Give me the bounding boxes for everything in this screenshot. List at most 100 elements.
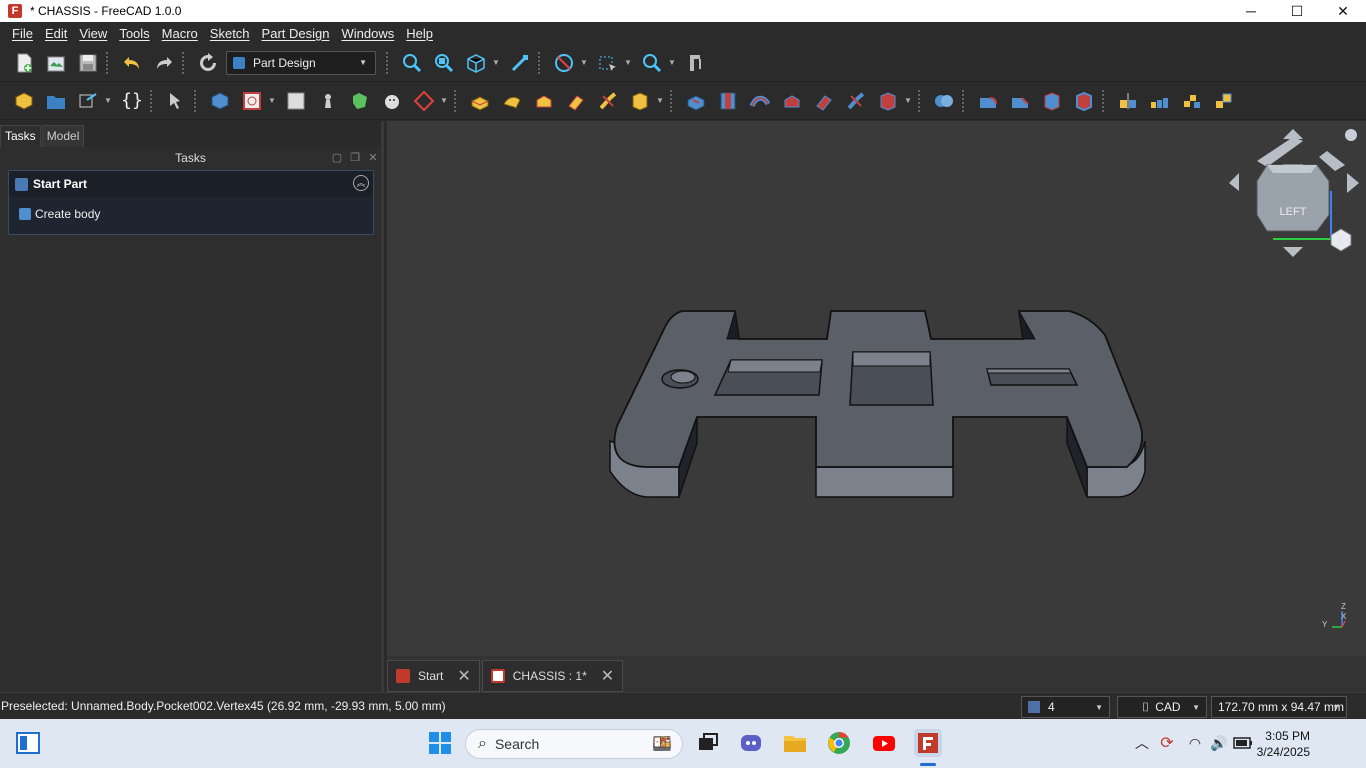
validate-sketch-icon[interactable]: [284, 89, 308, 113]
toolbar-grip[interactable]: [386, 51, 390, 74]
select-filter-icon[interactable]: [164, 89, 188, 113]
pocket-icon[interactable]: [684, 89, 708, 113]
task-view-icon[interactable]: [694, 729, 722, 757]
3d-viewport[interactable]: LEFT Z X Y: [387, 121, 1366, 656]
measure-icon[interactable]: [508, 51, 532, 75]
navigation-style-selector[interactable]: ⌷ CAD ▼: [1117, 696, 1207, 718]
chevron-down-icon[interactable]: ▼: [440, 89, 448, 113]
chevron-down-icon[interactable]: ▼: [580, 51, 588, 75]
float-icon[interactable]: ❐: [348, 151, 362, 165]
new-file-icon[interactable]: [12, 51, 36, 75]
menu-help[interactable]: Help: [400, 26, 439, 41]
workbench-selector[interactable]: Part Design ▼: [226, 50, 376, 75]
toolbar-grip[interactable]: [454, 89, 458, 112]
menu-tools[interactable]: Tools: [113, 26, 155, 41]
create-body-action[interactable]: Create body: [9, 197, 373, 221]
dimension-selector[interactable]: 172.70 mm x 94.47 mm ▼: [1211, 696, 1347, 718]
menu-part-design[interactable]: Part Design: [256, 26, 336, 41]
subtractive-helix-icon[interactable]: [844, 89, 868, 113]
thickness-icon[interactable]: [1072, 89, 1096, 113]
additive-helix-icon[interactable]: [596, 89, 620, 113]
chevron-down-icon[interactable]: ▼: [492, 51, 500, 75]
save-icon[interactable]: [76, 51, 100, 75]
refresh-icon[interactable]: [196, 51, 220, 75]
fit-all-icon[interactable]: [400, 51, 424, 75]
viewport-canvas[interactable]: LEFT Z X Y: [387, 121, 1366, 656]
redo-icon[interactable]: [152, 51, 176, 75]
open-file-icon[interactable]: [44, 51, 68, 75]
pad-icon[interactable]: [468, 89, 492, 113]
revolution-icon[interactable]: [500, 89, 524, 113]
menu-edit[interactable]: Edit: [39, 26, 73, 41]
measure-tool-icon[interactable]: [684, 51, 708, 75]
maximize-button[interactable]: ☐: [1274, 0, 1320, 22]
multi-transform-icon[interactable]: [1212, 89, 1236, 113]
additive-pipe-icon[interactable]: [564, 89, 588, 113]
draw-style-icon[interactable]: [552, 51, 576, 75]
zoom-icon[interactable]: [640, 51, 664, 75]
polar-pattern-icon[interactable]: [1180, 89, 1204, 113]
fillet-icon[interactable]: [976, 89, 1000, 113]
boolean-icon[interactable]: [932, 89, 956, 113]
wifi-icon[interactable]: ◠: [1184, 729, 1206, 757]
menu-windows[interactable]: Windows: [335, 26, 400, 41]
subtractive-pipe-icon[interactable]: [812, 89, 836, 113]
file-explorer-icon[interactable]: [781, 729, 809, 757]
restore-icon[interactable]: ▢: [330, 151, 344, 165]
chevron-down-icon[interactable]: ▼: [624, 51, 632, 75]
toolbar-grip[interactable]: [182, 51, 186, 74]
menu-macro[interactable]: Macro: [156, 26, 204, 41]
chevron-down-icon[interactable]: ▼: [268, 89, 276, 113]
linear-pattern-icon[interactable]: [1148, 89, 1172, 113]
start-icon[interactable]: [426, 729, 454, 757]
minimize-button[interactable]: ─: [1228, 0, 1274, 22]
fit-selection-icon[interactable]: [432, 51, 456, 75]
youtube-icon[interactable]: [870, 729, 898, 757]
isometric-view-icon[interactable]: [464, 51, 488, 75]
chevron-up-icon[interactable]: ︿: [1132, 729, 1152, 757]
menu-file[interactable]: File: [6, 26, 39, 41]
menu-sketch[interactable]: Sketch: [204, 26, 256, 41]
hole-icon[interactable]: [716, 89, 740, 113]
draw-style-selector[interactable]: 4 ▼: [1021, 696, 1110, 718]
teams-icon[interactable]: [737, 729, 765, 757]
toolbar-grip[interactable]: [538, 51, 542, 74]
draft-icon[interactable]: [1040, 89, 1064, 113]
freecad-taskbar-icon[interactable]: [914, 729, 942, 757]
close-button[interactable]: ✕: [1320, 0, 1366, 22]
chevron-down-icon[interactable]: ▼: [104, 89, 112, 113]
create-group-icon[interactable]: [44, 89, 68, 113]
datum-plane-icon[interactable]: [412, 89, 436, 113]
tab-tasks[interactable]: Tasks: [0, 125, 41, 147]
undo-icon[interactable]: [120, 51, 144, 75]
tab-chassis[interactable]: CHASSIS : 1* ✕: [481, 660, 624, 692]
toolbar-grip[interactable]: [670, 89, 674, 112]
create-datum-plane-icon[interactable]: [316, 89, 340, 113]
create-body-icon[interactable]: [208, 89, 232, 113]
create-part-icon[interactable]: [12, 89, 36, 113]
menu-view[interactable]: View: [73, 26, 113, 41]
additive-primitive-icon[interactable]: [628, 89, 652, 113]
clone-icon[interactable]: [380, 89, 404, 113]
toolbar-grip[interactable]: [150, 89, 154, 112]
system-clock[interactable]: 3:05 PM 3/24/2025: [1257, 728, 1310, 760]
link-icon[interactable]: [76, 89, 100, 113]
close-icon[interactable]: ✕: [457, 666, 470, 686]
shape-binder-icon[interactable]: [348, 89, 372, 113]
subtractive-loft-icon[interactable]: [780, 89, 804, 113]
toolbar-grip[interactable]: [106, 51, 110, 74]
navigation-cube[interactable]: LEFT: [1229, 129, 1359, 257]
subtractive-primitive-icon[interactable]: [876, 89, 900, 113]
toolbar-grip[interactable]: [918, 89, 922, 112]
volume-icon[interactable]: 🔊: [1208, 729, 1230, 757]
toolbar-grip[interactable]: [962, 89, 966, 112]
chevron-down-icon[interactable]: ▼: [656, 89, 664, 113]
chassis-part[interactable]: [609, 310, 1146, 498]
collapse-icon[interactable]: ︽: [353, 175, 369, 191]
additive-loft-icon[interactable]: [532, 89, 556, 113]
chamfer-icon[interactable]: [1008, 89, 1032, 113]
toolbar-grip[interactable]: [1102, 89, 1106, 112]
chevron-down-icon[interactable]: ▼: [904, 89, 912, 113]
create-sketch-icon[interactable]: [240, 89, 264, 113]
widgets-icon[interactable]: [14, 729, 42, 757]
